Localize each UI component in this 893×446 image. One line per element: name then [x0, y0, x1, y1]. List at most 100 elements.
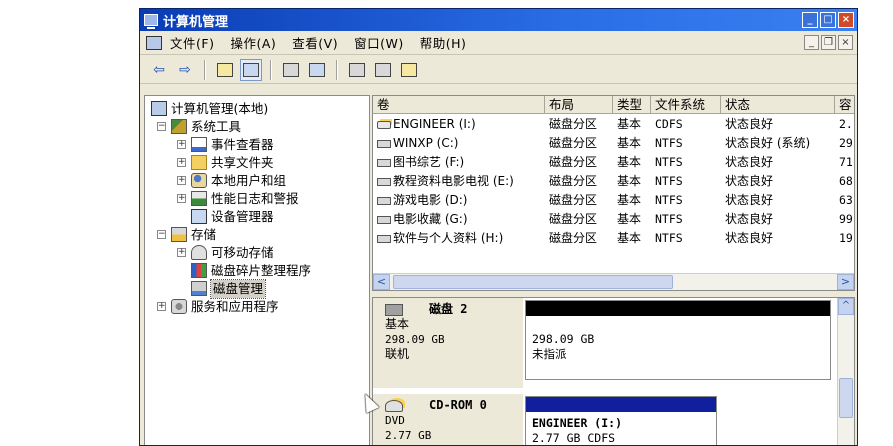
- vertical-scrollbar[interactable]: ^: [837, 298, 854, 445]
- show-hide-tree-icon[interactable]: [240, 58, 262, 81]
- tree-item-system-tools[interactable]: − 系统工具: [149, 118, 369, 136]
- volume-cell-text: 磁盘分区: [549, 136, 598, 150]
- export-list-icon[interactable]: [372, 59, 394, 81]
- volume-cell-text: 基本: [617, 212, 642, 226]
- volume-cell-text: ENGINEER (I:): [393, 117, 476, 131]
- help-book-icon[interactable]: [306, 59, 328, 81]
- tree-item-services-applications[interactable]: + 服务和应用程序: [149, 298, 369, 316]
- expand-icon[interactable]: +: [177, 158, 186, 167]
- column-header-layout[interactable]: 布局: [545, 96, 613, 114]
- volume-row[interactable]: 图书综艺 (F:) 磁盘分区 基本 NTFS 状态良好 71: [373, 153, 854, 172]
- menu-file[interactable]: 文件(F): [170, 33, 214, 52]
- volume-cell-text: 29: [839, 136, 853, 150]
- volume-icon: [377, 177, 391, 186]
- menu-view[interactable]: 查看(V): [292, 33, 338, 52]
- menu-help[interactable]: 帮助(H): [420, 33, 467, 52]
- disk-row[interactable]: CD-ROM 0 DVD 2.77 GB ENGINEER (I:) 2.77 …: [373, 394, 835, 445]
- volume-cell-name: ENGINEER (I:): [373, 115, 545, 134]
- volume-cell-status: 状态良好: [721, 153, 835, 172]
- volume-cell-text: 磁盘分区: [549, 117, 598, 131]
- title-bar[interactable]: 计算机管理 _ □ ×: [140, 9, 857, 31]
- forward-arrow-icon[interactable]: ⇨: [174, 59, 196, 81]
- expand-icon[interactable]: +: [177, 140, 186, 149]
- up-folder-icon[interactable]: [214, 59, 236, 81]
- collapse-icon[interactable]: −: [157, 230, 166, 239]
- volume-row[interactable]: 游戏电影 (D:) 磁盘分区 基本 NTFS 状态良好 63: [373, 191, 854, 210]
- disk-name: 磁盘 2: [429, 302, 468, 316]
- tree-item-storage[interactable]: − 存储: [149, 226, 369, 244]
- volume-icon: [377, 215, 391, 224]
- volume-cell-cap: 2.: [835, 115, 854, 134]
- volume-row[interactable]: 软件与个人资料 (H:) 磁盘分区 基本 NTFS 状态良好 19: [373, 229, 854, 248]
- volume-row[interactable]: WINXP (C:) 磁盘分区 基本 NTFS 状态良好 (系统) 29: [373, 134, 854, 153]
- child-minimize-button[interactable]: _: [804, 35, 819, 50]
- tree-item-label: 共享文件夹: [211, 155, 274, 170]
- child-close-button[interactable]: ×: [838, 35, 853, 50]
- disk-settings-icon[interactable]: [398, 59, 420, 81]
- tree-item-label: 系统工具: [191, 119, 242, 134]
- volume-cell-name: 教程资料电影电视 (E:): [373, 172, 545, 191]
- child-restore-button[interactable]: ❐: [821, 35, 836, 50]
- tree-item-event-viewer[interactable]: + 事件查看器: [149, 136, 369, 154]
- computer-management-icon: [144, 14, 158, 29]
- volume-cell-text: 游戏电影 (D:): [393, 193, 468, 207]
- properties-icon[interactable]: [280, 59, 302, 81]
- column-header-status[interactable]: 状态: [721, 96, 835, 114]
- scrollbar-thumb[interactable]: [393, 275, 673, 289]
- volume-row[interactable]: ENGINEER (I:) 磁盘分区 基本 CDFS 状态良好 2.: [373, 115, 854, 134]
- disk-row[interactable]: 磁盘 2 基本 298.09 GB 联机 298.09 GB 未指派: [373, 298, 835, 388]
- collapse-icon[interactable]: −: [157, 122, 166, 131]
- tree-item-performance-logs[interactable]: + 性能日志和警报: [149, 190, 369, 208]
- tree-item-label: 存储: [191, 227, 217, 242]
- tree-item-shared-folders[interactable]: + 共享文件夹: [149, 154, 369, 172]
- volume-row[interactable]: 电影收藏 (G:) 磁盘分区 基本 NTFS 状态良好 99: [373, 210, 854, 229]
- unallocated-partition[interactable]: 298.09 GB 未指派: [525, 300, 831, 380]
- tree-item-device-manager[interactable]: 设备管理器: [149, 208, 369, 226]
- menu-window[interactable]: 窗口(W): [354, 33, 404, 52]
- volume-icon: [377, 158, 391, 167]
- disk-info[interactable]: 磁盘 2 基本 298.09 GB 联机: [373, 298, 523, 388]
- cd-partition[interactable]: ENGINEER (I:) 2.77 GB CDFS: [525, 396, 717, 445]
- volume-cell-text: CDFS: [655, 117, 683, 131]
- column-header-capacity[interactable]: 容: [835, 96, 854, 114]
- menu-action[interactable]: 操作(A): [230, 33, 276, 52]
- tree-item-disk-management[interactable]: 磁盘管理: [149, 279, 369, 299]
- system-menu-icon[interactable]: [146, 35, 162, 50]
- tree-item-disk-defragmenter[interactable]: 磁盘碎片整理程序: [149, 262, 369, 280]
- tree-item-computer-management[interactable]: 计算机管理(本地): [149, 100, 369, 118]
- tree-item-removable-storage[interactable]: + 可移动存储: [149, 244, 369, 262]
- tree-item-label: 性能日志和警报: [211, 191, 299, 206]
- volume-cell-fs: NTFS: [651, 153, 721, 172]
- window-title: 计算机管理: [163, 14, 229, 30]
- scrollbar-thumb[interactable]: [839, 378, 853, 418]
- maximize-button[interactable]: □: [820, 12, 836, 28]
- event-viewer-icon: [191, 137, 207, 152]
- scroll-up-button[interactable]: ^: [838, 298, 854, 315]
- close-button[interactable]: ×: [838, 12, 854, 28]
- minimize-button[interactable]: _: [802, 12, 818, 28]
- column-header-volume[interactable]: 卷: [373, 96, 545, 114]
- volume-cell-text: 教程资料电影电视 (E:): [393, 174, 514, 188]
- expand-icon[interactable]: +: [177, 194, 186, 203]
- disk-kind: DVD: [385, 414, 405, 427]
- volume-cell-cap: 29: [835, 134, 854, 153]
- volume-row[interactable]: 教程资料电影电视 (E:) 磁盘分区 基本 NTFS 状态良好 68: [373, 172, 854, 191]
- expand-icon[interactable]: +: [177, 248, 186, 257]
- refresh-icon[interactable]: [346, 59, 368, 81]
- performance-icon: [191, 191, 207, 206]
- volume-cell-text: 63: [839, 193, 853, 207]
- toolbar-separator: [336, 59, 338, 80]
- disk-info[interactable]: CD-ROM 0 DVD 2.77 GB: [373, 394, 523, 445]
- tree-item-local-users[interactable]: + 本地用户和组: [149, 172, 369, 190]
- expand-icon[interactable]: +: [157, 302, 166, 311]
- volume-cell-text: 状态良好: [725, 174, 774, 188]
- expand-icon[interactable]: +: [177, 176, 186, 185]
- volume-cell-text: NTFS: [655, 212, 683, 226]
- horizontal-scrollbar[interactable]: < >: [373, 273, 854, 290]
- column-header-filesystem[interactable]: 文件系统: [651, 96, 721, 114]
- defragmenter-icon: [191, 263, 207, 278]
- scroll-right-button[interactable]: >: [837, 274, 854, 290]
- scroll-left-button[interactable]: <: [373, 274, 390, 290]
- column-header-type[interactable]: 类型: [613, 96, 651, 114]
- back-arrow-icon[interactable]: ⇦: [148, 59, 170, 81]
